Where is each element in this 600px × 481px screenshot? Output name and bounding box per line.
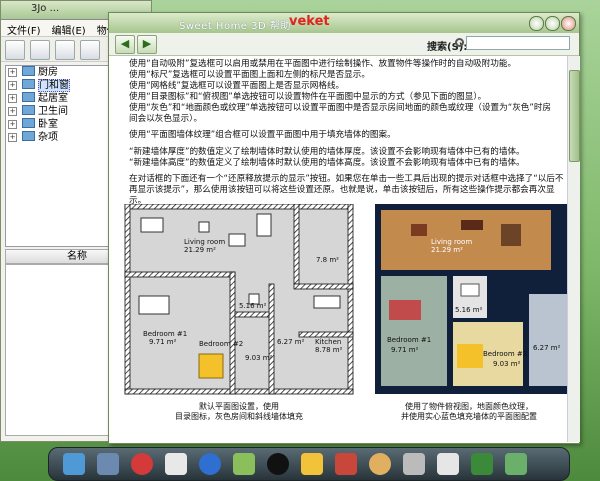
room-bedroom1-name-textured: Bedroom #1 [387,336,432,344]
back-button[interactable]: ◀ [115,35,135,54]
folder-icon [22,118,35,128]
help-title: Sweet Home 3D 帮助 [179,21,291,32]
dock-taskbar [48,447,570,481]
room-bedroom2-area: 9.03 m² [245,354,273,362]
plan-default-settings: Living room 21.29 m² 7.8 m² Bedroom #1 9… [119,203,359,398]
bg-title: 3Jo ... [31,3,60,14]
notes-icon[interactable] [165,453,187,475]
room-bath-area-textured: 5.16 m² [455,306,483,314]
room-bedroom1-area: 9.71 m² [149,338,177,346]
monitor-icon[interactable] [97,453,119,475]
close-button[interactable] [561,16,576,31]
room-kitchen-area: 8.78 m² [315,346,343,354]
folder-icon[interactable] [301,453,323,475]
palette-icon[interactable] [369,453,391,475]
book-icon[interactable] [233,453,255,475]
paragraph-wall-height: “新建墙体高度”的数值定义了绘制墙体时默认使用的墙体高度。该设置不会影响现有墙体… [129,158,525,168]
cut-icon[interactable] [80,40,100,60]
room-bedroom1-name: Bedroom #1 [143,330,188,338]
room-small-area: 7.8 m² [316,256,339,264]
folder-icon [22,79,35,89]
bin-icon[interactable] [505,453,527,475]
paragraph-rulers: 使用“标尺”复选框可以设置平面图上面和左侧的标尺是否显示。 [129,70,370,80]
folder-icon [22,66,35,76]
room-living-name: Living room [184,238,226,246]
folder-icon [22,92,35,102]
room-bedroom2-name-textured: Bedroom #2 [483,350,528,358]
folder-icon [22,131,35,141]
paragraph-magnetism: 使用“自动吸附”复选框可以启用或禁用在平面图中进行绘制操作、放置物件等操作时的自… [129,59,517,69]
expand-icon[interactable]: + [8,120,17,129]
scrollbar-thumb[interactable] [569,70,580,162]
terminal-icon[interactable] [471,453,493,475]
brand-label: veket [289,14,330,29]
room-bath-area: 5.16 m² [239,302,267,310]
paragraph-reset-tips: 在对话框的下面还有一个“还原释放提示的显示”按钮。如果您在单击一些工具后出现的提… [129,174,564,206]
plan-textured-drawing [375,204,567,394]
room-living-area-textured: 21.29 m² [431,246,463,254]
menu-edit[interactable]: 编辑(E) [46,20,91,37]
menu-file[interactable]: 文件(F) [1,20,46,37]
paragraph-wall-pattern: 使用“平面图墙体纹理”组合框可以设置平面图中用于填充墙体的图案。 [129,130,396,140]
search-input[interactable] [466,36,570,50]
room-bedroom1-area-textured: 9.71 m² [391,346,419,354]
folder-icon [22,105,35,115]
plan-textured-caption-line2: 并使用实心蓝色填充墙体的平面图配置 [401,412,537,421]
expand-icon[interactable]: + [8,68,17,77]
help-content: 使用“自动吸附”复选框可以启用或禁用在平面图中进行绘制操作、放置物件等操作时的自… [109,56,567,442]
expand-icon[interactable]: + [8,94,17,103]
room-bedroom2-name: Bedroom #2 [199,340,244,348]
room-hall-area: 6.27 m² [277,338,305,346]
expand-icon[interactable]: + [8,107,17,116]
plan-textured-caption-line1: 使用了物件俯视图，地面颜色纹理， [405,402,533,411]
plan-textured-settings: Living room 21.29 m² Bedroom #1 9.71 m² … [371,204,567,398]
paragraph-grid: 使用“网格线”复选框可以设置平面图上是否显示网格线。 [129,81,345,91]
search-icon [455,38,464,47]
room-living-name-textured: Living room [431,238,473,246]
room-living-area: 21.29 m² [184,246,216,254]
penguin-icon[interactable] [267,453,289,475]
room-bedroom2-area-textured: 9.03 m² [493,360,521,368]
expand-icon[interactable]: + [8,133,17,142]
forward-button[interactable]: ▶ [137,35,157,54]
paragraph-furniture-view: 使用“目录图标”和“俯视图”单选按钮可以设置物件在平面图中显示的方式（参见下面的… [129,92,487,102]
room-kitchen-name: Kitchen [315,338,342,346]
save-icon[interactable] [55,40,75,60]
calendar-icon[interactable] [437,453,459,475]
plan-default-caption-line2: 目录图标，灰色房间和斜线墙体填充 [175,412,303,421]
minimize-button[interactable] [529,16,544,31]
open-icon[interactable] [30,40,50,60]
paragraph-room-render: 使用“灰色”和“地面颜色或纹理”单选按钮可以设置平面图中是否显示房间地面的颜色或… [129,103,552,124]
plan-default-caption-line1: 默认平面图设置，使用 [199,402,279,411]
chart-icon[interactable] [63,453,85,475]
mascot-icon[interactable] [131,453,153,475]
vertical-scrollbar[interactable] [567,56,580,442]
clock-icon[interactable] [199,453,221,475]
help-title-bar[interactable]: Sweet Home 3D 帮助 veket [109,13,579,34]
help-window: Sweet Home 3D 帮助 veket ◀ ▶ 搜索(S): 使用“自动吸… [108,12,580,444]
help-navbar: ◀ ▶ 搜索(S): [109,33,579,56]
expand-icon[interactable]: + [8,81,17,90]
maximize-button[interactable] [545,16,560,31]
paragraph-wall-thickness: “新建墙体厚度”的数值定义了绘制墙体时默认使用的墙体厚度。该设置不会影响现有墙体… [129,147,525,157]
new-icon[interactable] [5,40,25,60]
room-hall-area-textured: 6.27 m² [533,344,561,352]
pen-icon[interactable] [403,453,425,475]
image-icon[interactable] [335,453,357,475]
plan-default-drawing [124,203,354,395]
